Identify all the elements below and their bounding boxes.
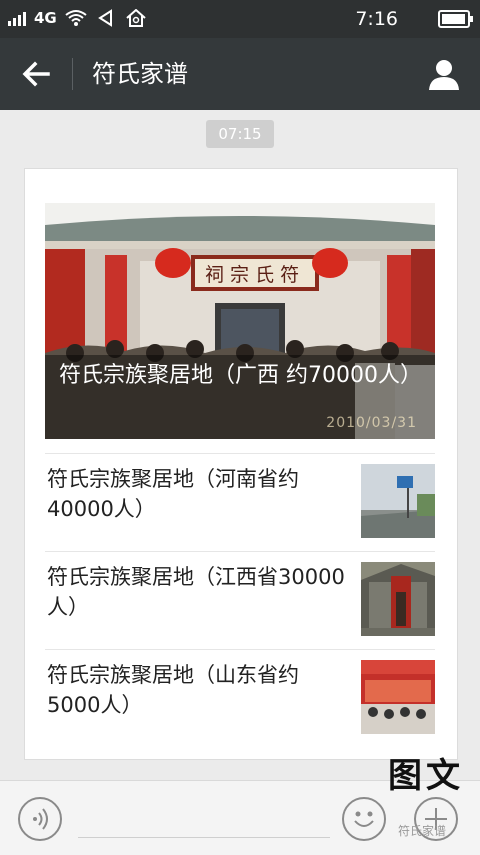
cover-title: 符氏宗族聚居地（广西 约70000人）	[59, 363, 422, 388]
cover-article[interactable]: 祠 宗 氏 符 符氏宗族聚居地（广西 约70000人） 2010/03/31	[45, 203, 435, 439]
signal-icon	[8, 10, 26, 26]
voice-icon[interactable]	[18, 797, 62, 841]
home-icon	[126, 9, 146, 27]
battery-icon	[438, 10, 473, 28]
status-bar: 4G 7:16	[0, 0, 480, 38]
page-title: 符氏家谱	[92, 60, 188, 88]
sound-icon	[97, 9, 112, 27]
watermark-logo: 图文	[388, 756, 464, 796]
person-icon[interactable]	[426, 56, 462, 92]
list-item[interactable]: 符氏宗族聚居地（江西省30000人）	[45, 551, 435, 650]
svg-text:祠 宗 氏 符: 祠 宗 氏 符	[205, 264, 299, 286]
wifi-icon	[65, 10, 87, 26]
list-item-title: 符氏宗族聚居地（河南省约40000人）	[47, 467, 299, 521]
title-bar: 符氏家谱	[0, 38, 480, 110]
list-item[interactable]: 符氏宗族聚居地（河南省约40000人）	[45, 453, 435, 552]
emoji-icon[interactable]	[342, 797, 386, 841]
network-type: 4G	[34, 9, 57, 27]
article-card[interactable]: 祠 宗 氏 符 符氏宗族聚居地（广西 约70000人） 2010/03/31 符…	[24, 168, 458, 760]
message-input[interactable]	[78, 837, 330, 838]
battery-level	[442, 14, 465, 24]
photo-date-stamp: 2010/03/31	[326, 415, 417, 431]
list-item-title: 符氏宗族聚居地（山东省约5000人）	[47, 663, 299, 717]
clock: 7:16	[355, 8, 398, 30]
status-left: 4G	[8, 9, 147, 27]
list-item-title: 符氏宗族聚居地（江西省30000人）	[47, 565, 345, 619]
arrow-left-icon[interactable]	[18, 56, 54, 92]
list-item-thumbnail	[361, 660, 435, 734]
message-time: 07:15	[206, 120, 274, 148]
watermark-label: 符氏家谱	[398, 824, 447, 838]
list-item-thumbnail	[361, 464, 435, 538]
list-item-thumbnail	[361, 562, 435, 636]
title-divider	[72, 58, 73, 90]
list-item[interactable]: 符氏宗族聚居地（山东省约5000人）	[45, 649, 435, 748]
